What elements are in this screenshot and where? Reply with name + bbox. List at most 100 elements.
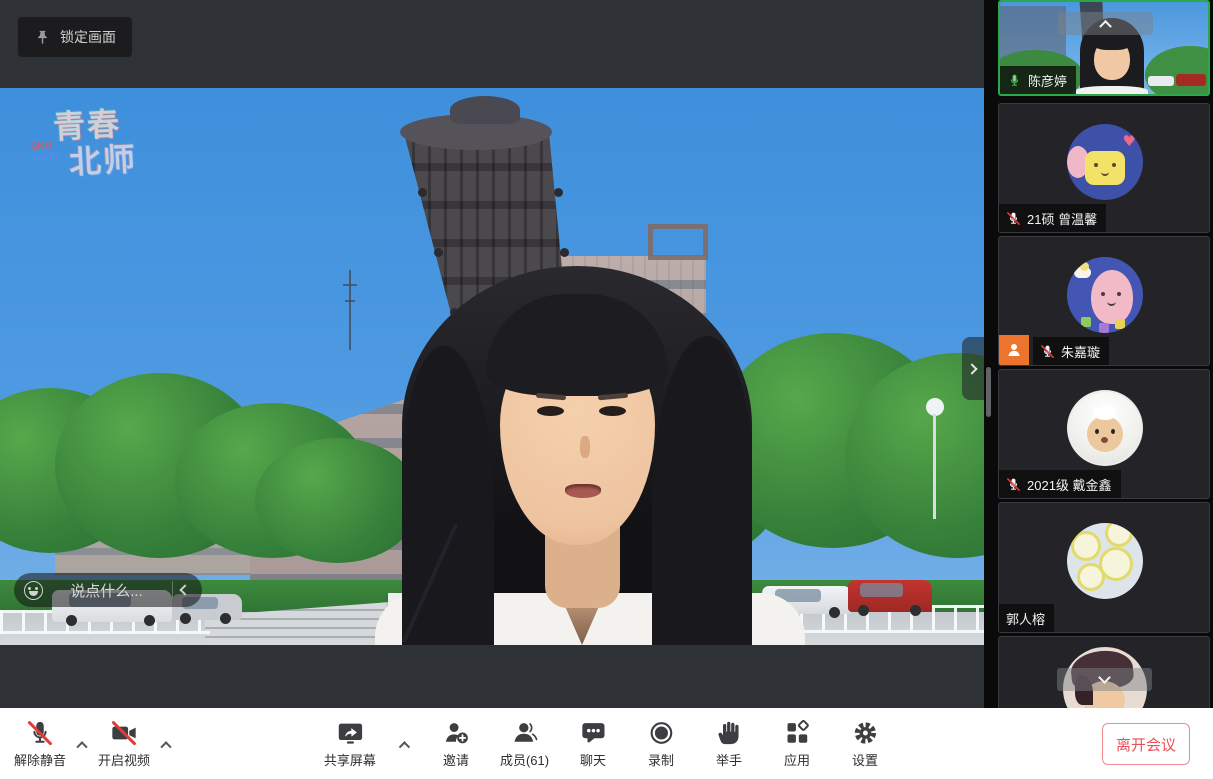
mic-muted-icon [1006, 211, 1021, 226]
apps-icon [783, 719, 811, 747]
participant-avatar [1067, 390, 1143, 466]
members-icon [511, 719, 539, 747]
tile-video-car-white [1148, 76, 1174, 86]
record-button[interactable]: 录制 [633, 708, 689, 779]
participant-name-bar: 郭人榕 [999, 604, 1054, 632]
chat-button[interactable]: 聊天 [565, 708, 621, 779]
watermark-sub1: BNU [30, 140, 52, 152]
participant-name: 2021级 戴金鑫 [1027, 475, 1112, 494]
lamp-pole [933, 414, 936, 519]
participant-name-bar: 陈彦婷 [1000, 66, 1076, 94]
meeting-toolbar: 解除静音 开启视频 共享屏幕 [0, 708, 1213, 779]
share-screen-label: 共享屏幕 [324, 750, 376, 769]
raise-hand-label: 举手 [716, 750, 742, 769]
watermark-line2: 北师 [68, 134, 138, 183]
car-red-right [848, 580, 932, 612]
sidebar-scrollbar[interactable] [986, 367, 991, 417]
toolbar-center-group: 共享屏幕 邀请 成员(61) [320, 708, 893, 779]
lock-view-label: 锁定画面 [60, 27, 116, 47]
participant-name: 陈彦婷 [1028, 71, 1067, 90]
scroll-down-button[interactable] [1057, 668, 1152, 691]
bnu-youth-watermark: 青春 北师 BNU Youth [26, 94, 170, 185]
rooftop-frame [648, 224, 708, 260]
invite-label: 邀请 [443, 750, 469, 769]
participant-name-bar: 21硕 曾温馨 [999, 204, 1106, 232]
apps-button[interactable]: 应用 [769, 708, 825, 779]
start-video-label: 开启视频 [98, 750, 150, 769]
participant-tile-chenyanting[interactable]: 陈彦婷 [998, 0, 1210, 96]
host-badge [999, 335, 1029, 365]
meeting-window: 锁定画面 [0, 0, 1213, 779]
participant-avatar [1067, 257, 1143, 333]
share-screen-icon [336, 719, 364, 747]
person-badge-icon [1005, 341, 1023, 359]
apps-label: 应用 [784, 750, 810, 769]
members-label: 成员(61) [500, 750, 549, 769]
settings-button[interactable]: 设置 [837, 708, 893, 779]
main-video[interactable]: 青春 北师 BNU Youth 说点什么... [0, 88, 984, 645]
tree [255, 438, 420, 563]
participant-tile-zengwenxin[interactable]: ♥ 21硕 曾温馨 [998, 103, 1210, 233]
chevron-down-icon [1098, 671, 1111, 684]
invite-icon [442, 719, 470, 747]
scroll-up-button[interactable] [1058, 12, 1153, 35]
share-options-chevron[interactable] [392, 708, 416, 779]
mic-muted-icon [1040, 344, 1055, 359]
tower-ornaments [0, 88, 9, 97]
participant-tile-daijinxin[interactable]: 2021级 戴金鑫 [998, 369, 1210, 499]
leave-meeting-button[interactable]: 离开会议 [1102, 723, 1190, 765]
emoji-icon[interactable] [24, 581, 43, 600]
mic-on-icon [1007, 73, 1022, 88]
chevron-right-icon [966, 363, 977, 374]
participant-tile-next[interactable] [998, 636, 1210, 708]
lock-view-button[interactable]: 锁定画面 [18, 17, 132, 57]
participant-name: 朱嘉璇 [1061, 342, 1100, 361]
raise-hand-button[interactable]: 举手 [701, 708, 757, 779]
antenna-mast [349, 270, 351, 350]
quick-chat-input[interactable]: 说点什么... [14, 573, 202, 607]
chat-label: 聊天 [580, 750, 606, 769]
record-icon [647, 719, 675, 747]
sidebar-collapse-tab[interactable] [962, 337, 984, 400]
participants-sidebar: 陈彦婷 ♥ 21硕 曾温馨 [984, 0, 1213, 708]
chat-placeholder: 说点什么... [43, 580, 170, 601]
unmute-label: 解除静音 [14, 750, 66, 769]
record-label: 录制 [648, 750, 674, 769]
participant-name-bar: 2021级 戴金鑫 [999, 470, 1121, 498]
divider [172, 581, 173, 599]
speaker-nose [580, 436, 590, 458]
mic-muted-icon [1006, 477, 1021, 492]
top-bar: 锁定画面 [0, 0, 984, 88]
participant-name: 郭人榕 [1006, 609, 1045, 628]
camera-off-icon [110, 719, 138, 747]
tower-dome [450, 96, 520, 124]
members-button[interactable]: 成员(61) [496, 708, 553, 779]
share-screen-button[interactable]: 共享屏幕 [320, 708, 380, 779]
collapse-chat-icon[interactable] [179, 584, 190, 595]
chevron-up-icon [1099, 20, 1112, 33]
participant-tile-guorenrong[interactable]: 郭人榕 [998, 502, 1210, 633]
watermark-line1: 青春 [52, 99, 122, 148]
toolbar-left-group: 解除静音 开启视频 [10, 708, 178, 779]
mic-options-chevron[interactable] [70, 708, 94, 779]
speaker-eye [537, 406, 564, 416]
chat-icon [579, 719, 607, 747]
participant-avatar: ♥ [1067, 124, 1143, 200]
unmute-button[interactable]: 解除静音 [10, 708, 70, 779]
settings-label: 设置 [852, 750, 878, 769]
video-options-chevron[interactable] [154, 708, 178, 779]
bottom-gap-bar [0, 645, 984, 708]
watermark-sub2: Youth [31, 151, 59, 163]
participant-avatar [1067, 523, 1143, 599]
tile-person-shirt [1076, 86, 1148, 96]
tile-video-car-red [1176, 74, 1206, 86]
speaker-eye [599, 406, 626, 416]
mic-muted-icon [26, 719, 54, 747]
settings-gear-icon [851, 719, 879, 747]
start-video-button[interactable]: 开启视频 [94, 708, 154, 779]
raise-hand-icon [715, 719, 743, 747]
participant-name: 21硕 曾温馨 [1027, 209, 1097, 228]
pin-icon [34, 29, 51, 46]
participant-tile-zhujiaxuan[interactable]: 朱嘉璇 [998, 236, 1210, 366]
invite-button[interactable]: 邀请 [428, 708, 484, 779]
